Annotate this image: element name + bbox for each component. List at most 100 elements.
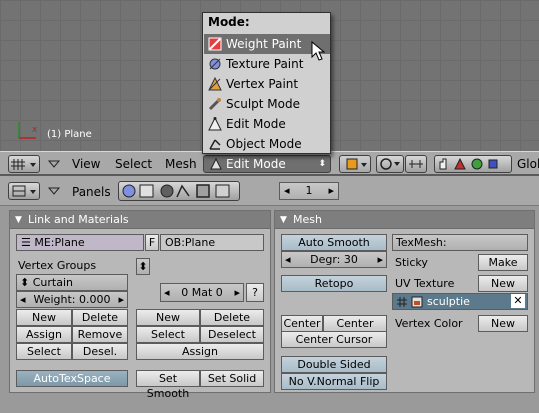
set-solid-button[interactable]: Set Solid — [200, 370, 264, 387]
object-label: (1) Plane — [47, 129, 92, 140]
center-cursor-button[interactable]: Center Cursor — [281, 331, 387, 348]
autotexspace-toggle[interactable]: AutoTexSpace — [16, 370, 128, 387]
mesh-datablock-field[interactable]: ☰ ME:Plane — [16, 234, 144, 251]
mouse-cursor-icon — [311, 41, 326, 61]
manipulator-group[interactable] — [434, 155, 512, 173]
panel-title: Mesh — [293, 213, 322, 226]
mode-menu-item-vertex-paint[interactable]: Vertex Paint — [204, 74, 330, 94]
vertex-color-new-button[interactable]: New — [478, 315, 528, 332]
grid-editor-icon — [11, 159, 36, 170]
decrement-arrow-icon[interactable]: ◂ — [284, 183, 290, 199]
vertex-color-label: Vertex Color — [395, 317, 463, 330]
material-assign-button[interactable]: Assign — [136, 343, 264, 360]
mode-menu-title: Mode: — [208, 15, 250, 29]
orientation-select[interactable]: Glob — [517, 157, 539, 171]
vertex-group-name: Curtain — [32, 276, 73, 289]
mode-menu: Mode: Weight Paint Texture Paint Vertex … — [202, 12, 331, 154]
vertex-group-delete-button[interactable]: Delete — [72, 309, 128, 326]
link-and-materials-panel: ▼ Link and Materials ☰ ME:Plane F OB:Pla… — [9, 210, 271, 400]
mode-menu-item-edit-mode[interactable]: Edit Mode — [204, 114, 330, 134]
panel-header[interactable]: ▼ Mesh — [275, 211, 534, 229]
increment-arrow-icon: ▸ — [234, 286, 240, 299]
material-delete-button[interactable]: Delete — [200, 309, 264, 326]
menu-select[interactable]: Select — [115, 157, 152, 171]
svg-text:x: x — [32, 125, 38, 135]
vertex-group-assign-button[interactable]: Assign — [16, 326, 72, 343]
mode-menu-item-label: Sculpt Mode — [226, 97, 300, 111]
weight-field[interactable]: ◂ Weight: 0.000 ▸ — [16, 291, 128, 308]
datablock-icon: ☰ — [21, 236, 35, 249]
vertex-group-deselect-button[interactable]: Desel. — [72, 343, 128, 360]
viewport-header: View Select Mesh Edit Mode ⬍ Glob — [0, 151, 539, 175]
mode-menu-item-object-mode[interactable]: Object Mode — [204, 134, 330, 154]
context-buttons[interactable] — [118, 181, 240, 201]
snap-button[interactable] — [405, 155, 427, 173]
weight-value: Weight: 0.000 — [33, 293, 111, 306]
center-new-button[interactable]: Center New — [323, 315, 387, 345]
sticky-label: Sticky — [395, 256, 428, 269]
double-sided-toggle[interactable]: Double Sided — [281, 356, 387, 373]
vertex-group-browse[interactable]: ⬍ — [136, 258, 150, 275]
vertex-group-remove-button[interactable]: Remove — [72, 326, 128, 343]
delete-uv-icon[interactable]: ✕ — [511, 294, 525, 308]
image-icon — [411, 296, 423, 308]
cube-icon — [346, 158, 367, 170]
texmesh-field[interactable]: TexMesh: — [392, 234, 528, 251]
collapse-triangle-icon[interactable]: ▼ — [15, 211, 22, 229]
pivot-icon — [380, 158, 400, 170]
uv-layer-name: sculptie — [427, 295, 470, 308]
mode-menu-item-label: Object Mode — [226, 137, 302, 151]
fake-user-button[interactable]: F — [145, 234, 159, 251]
manipulator-icons — [439, 157, 498, 170]
uv-texture-new-button[interactable]: New — [478, 275, 528, 292]
degr-value: Degr: 30 — [310, 253, 358, 266]
collapse-triangle-icon[interactable]: ▼ — [280, 211, 287, 229]
collapse-menus-icon[interactable] — [47, 159, 61, 169]
object-name-field[interactable]: OB:Plane — [160, 234, 264, 251]
decrement-arrow-icon: ◂ — [164, 286, 170, 299]
auto-smooth-toggle[interactable]: Auto Smooth — [281, 234, 387, 251]
editor-type-button[interactable] — [8, 155, 40, 173]
increment-arrow-icon[interactable]: ▸ — [328, 183, 334, 199]
sticky-make-button[interactable]: Make — [478, 254, 528, 271]
no-vnormal-flip-toggle[interactable]: No V.Normal Flip — [281, 373, 387, 390]
edit-mode-icon — [208, 117, 222, 131]
mode-select[interactable]: Edit Mode ⬍ — [203, 155, 331, 173]
set-smooth-button[interactable]: Set Smooth — [136, 370, 200, 400]
panel-title: Link and Materials — [28, 213, 129, 226]
frame-number-field[interactable]: ◂ 1 ▸ — [279, 182, 339, 200]
menu-mesh[interactable]: Mesh — [165, 157, 197, 171]
sculpt-mode-icon — [208, 98, 221, 111]
mode-select-value: Edit Mode — [226, 157, 286, 171]
draw-type-button[interactable] — [339, 155, 371, 173]
vertex-group-new-button[interactable]: New — [16, 309, 72, 326]
buttons-editor-type[interactable] — [8, 182, 40, 200]
material-new-button[interactable]: New — [136, 309, 200, 326]
updown-icon: ⬍ — [20, 276, 33, 289]
mode-menu-item-sculpt-mode[interactable]: Sculpt Mode — [204, 94, 330, 114]
pivot-button[interactable] — [376, 155, 404, 173]
mode-menu-item-label: Edit Mode — [226, 117, 286, 131]
edit-mode-icon — [210, 157, 222, 170]
axis-gizmo-icon: x — [18, 122, 38, 139]
vertex-group-select[interactable]: ⬍ Curtain — [16, 274, 128, 291]
mesh-name: ME:Plane — [34, 236, 85, 249]
uv-layer-row[interactable]: sculptie ✕ — [392, 293, 528, 310]
mode-menu-item-label: Vertex Paint — [226, 77, 299, 91]
vertex-paint-icon — [208, 77, 222, 91]
vertex-group-select-button[interactable]: Select — [16, 343, 72, 360]
updown-icon: ⬍ — [318, 159, 326, 169]
material-deselect-button[interactable]: Deselect — [200, 326, 264, 343]
center-button[interactable]: Center — [281, 315, 323, 332]
panel-header[interactable]: ▼ Link and Materials — [10, 211, 270, 229]
uv-texture-label: UV Texture — [395, 277, 455, 290]
retopo-toggle[interactable]: Retopo — [281, 275, 387, 292]
material-index-field[interactable]: ◂ 0 Mat 0 ▸ — [160, 283, 244, 302]
menu-view[interactable]: View — [72, 157, 100, 171]
buttons-window-header: Panels ◂ 1 ▸ — [0, 176, 539, 206]
object-mode-icon — [209, 139, 221, 150]
material-select-button[interactable]: Select — [136, 326, 200, 343]
degr-field[interactable]: ◂ Degr: 30 ▸ — [281, 251, 387, 268]
material-help-button[interactable]: ? — [246, 283, 264, 302]
collapse-menus-icon[interactable] — [47, 186, 61, 196]
